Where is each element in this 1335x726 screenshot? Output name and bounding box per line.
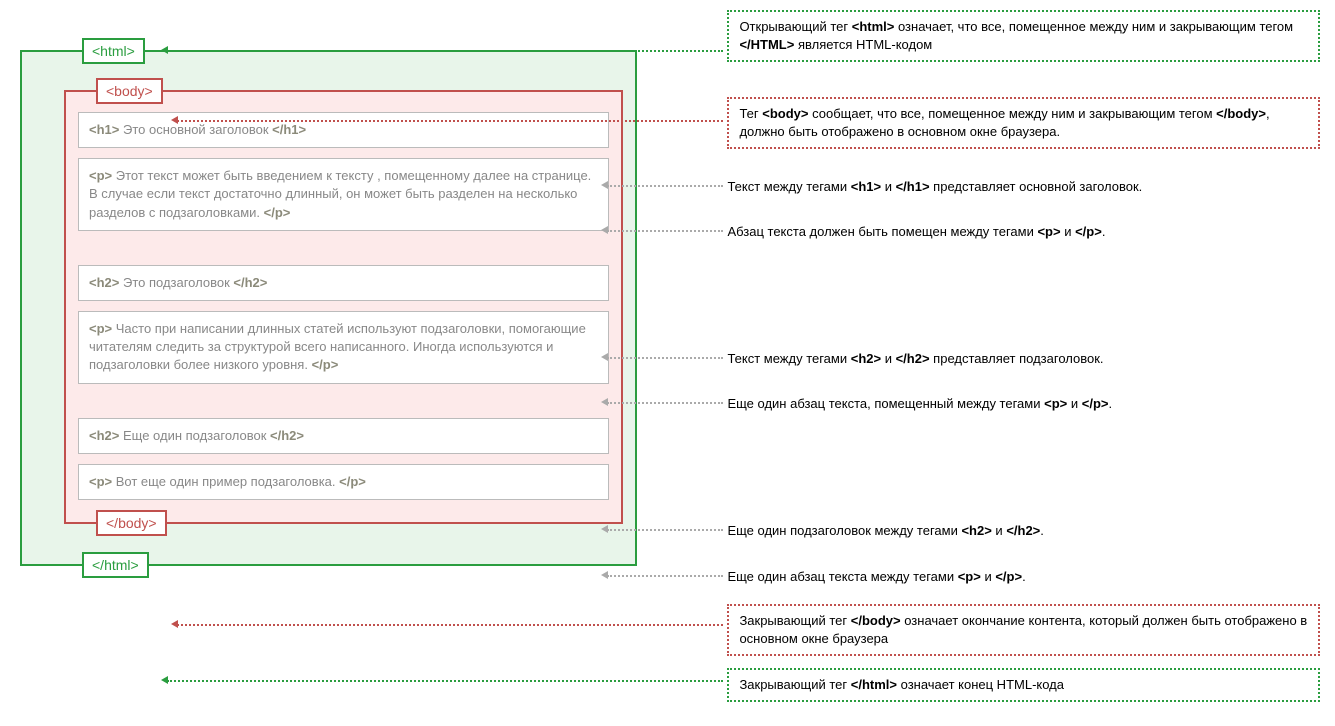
annotation-html-open: Открывающий тег <html> означает, что все… xyxy=(727,10,1320,62)
element-text: Это подзаголовок xyxy=(119,275,233,290)
element-p3: <p> Вот еще один пример подзаголовка. </… xyxy=(78,464,609,500)
annotation-html-close: Закрывающий тег </html> означает конец H… xyxy=(727,668,1320,702)
tag-open: <h2> xyxy=(89,275,119,290)
tag-close: </h2> xyxy=(233,275,267,290)
html-container: <html> </html> <body> </body> <h1> Это о… xyxy=(20,50,637,566)
tag-open: <h2> xyxy=(89,428,119,443)
element-h2b: <h2> Еще один подзаголовок </h2> xyxy=(78,418,609,454)
tag-open: <p> xyxy=(89,474,112,489)
html-open-tag: <html> xyxy=(82,38,145,64)
tag-open: <p> xyxy=(89,168,112,183)
tag-open: <h1> xyxy=(89,122,119,137)
body-open-tag: <body> xyxy=(96,78,163,104)
annotation-h2: Текст между тегами <h2> и </h2> представ… xyxy=(727,348,1320,370)
tag-open: <p> xyxy=(89,321,112,336)
tag-close: </p> xyxy=(339,474,366,489)
element-text: Еще один подзаголовок xyxy=(119,428,270,443)
annotation-p2: Еще один абзац текста, помещенный между … xyxy=(727,393,1320,415)
annotation-p3: Еще один абзац текста между тегами <p> и… xyxy=(727,566,1320,588)
tag-close: </h1> xyxy=(272,122,306,137)
element-p1: <p> Этот текст может быть введением к те… xyxy=(78,158,609,231)
annotation-h1: Текст между тегами <h1> и </h1> представ… xyxy=(727,176,1320,198)
tag-close: </p> xyxy=(312,357,339,372)
diagram-left: <html> </html> <body> </body> <h1> Это о… xyxy=(10,10,637,566)
annotation-p1: Абзац текста должен быть помещен между т… xyxy=(727,221,1320,243)
tag-close: </h2> xyxy=(270,428,304,443)
element-h1: <h1> Это основной заголовок </h1> xyxy=(78,112,609,148)
body-close-tag: </body> xyxy=(96,510,167,536)
tag-close: </p> xyxy=(264,205,291,220)
annotations-column: Открывающий тег <html> означает, что все… xyxy=(637,10,1325,566)
element-h2: <h2> Это подзаголовок </h2> xyxy=(78,265,609,301)
element-text: Этот текст может быть введением к тексту… xyxy=(89,168,591,219)
html-close-tag: </html> xyxy=(82,552,149,578)
annotation-h2b: Еще один подзаголовок между тегами <h2> … xyxy=(727,520,1320,542)
element-text: Вот еще один пример подзаголовка. xyxy=(112,474,339,489)
element-text: Это основной заголовок xyxy=(119,122,272,137)
annotation-body-open: Тег <body> сообщает, что все, помещенное… xyxy=(727,97,1320,149)
element-p2: <p> Часто при написании длинных статей и… xyxy=(78,311,609,384)
annotation-body-close: Закрывающий тег </body> означает окончан… xyxy=(727,604,1320,656)
body-container: <body> </body> <h1> Это основной заголов… xyxy=(64,90,623,524)
